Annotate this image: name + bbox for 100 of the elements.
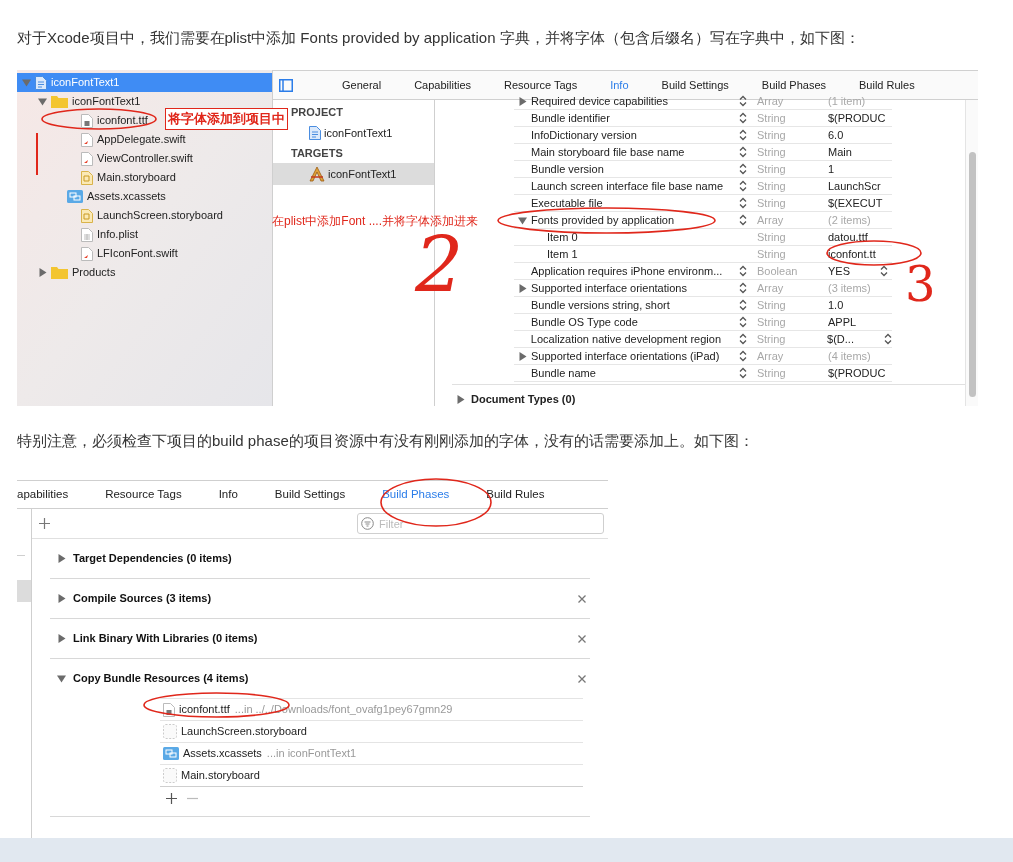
disclosure-triangle-icon[interactable] (57, 674, 66, 683)
stepper-icon[interactable] (739, 265, 747, 277)
editor-tab[interactable]: Resource Tags (105, 485, 182, 504)
plist-value: $(PRODUC (828, 110, 886, 126)
plist-row[interactable]: Application requires iPhone environm... Boolean YES (514, 263, 892, 280)
disclosure-triangle-icon[interactable] (37, 268, 47, 277)
stepper-icon[interactable] (739, 146, 747, 158)
file-name: iconFontText1 (51, 75, 120, 91)
navigator-item[interactable]: LFIconFont.swift (17, 244, 180, 263)
navigator-item[interactable]: iconFontText1 (17, 92, 143, 111)
resource-row[interactable]: Assets.xcassets ...in iconFontText1 (160, 742, 583, 764)
stepper-icon[interactable] (880, 265, 888, 277)
stepper-icon[interactable] (739, 112, 747, 124)
editor-tab[interactable]: Resource Tags (504, 76, 578, 94)
stepper-icon[interactable] (739, 316, 747, 328)
plist-key: Item 0 (547, 228, 578, 246)
scrollbar[interactable] (965, 100, 978, 406)
plist-row[interactable]: Item 1 String iconfont.tt (514, 246, 892, 263)
stepper-icon[interactable] (739, 129, 747, 141)
stepper-icon[interactable] (739, 367, 747, 379)
plist-row[interactable]: Executable file String $(EXECUT (514, 195, 892, 212)
navigator-item[interactable]: AppDelegate.swift (17, 130, 188, 149)
editor-tab[interactable]: Info (610, 76, 629, 94)
stepper-icon[interactable] (739, 350, 747, 362)
disclosure-triangle-icon[interactable] (57, 634, 66, 643)
editor-tab[interactable]: apabilities (17, 485, 69, 504)
target-item[interactable]: iconFontText1 (273, 163, 434, 185)
stepper-icon[interactable] (739, 197, 747, 209)
resource-row[interactable]: Main.storyboard (160, 764, 583, 786)
filter-field[interactable]: Filter (357, 513, 604, 534)
navigator-item[interactable]: ViewController.swift (17, 149, 195, 168)
plist-row[interactable]: Supported interface orientations (iPad) Array (4 items) (514, 348, 892, 365)
navigator-item[interactable]: LaunchScreen.storyboard (17, 206, 225, 225)
stepper-icon[interactable] (739, 282, 747, 294)
build-phase-header[interactable]: Compile Sources (3 items) (50, 579, 590, 618)
plist-row[interactable]: Main storyboard file base name String Main (514, 144, 892, 161)
section-title[interactable]: Document Types (0) (471, 391, 576, 406)
plist-row[interactable]: Bundle versions string, short String 1.0 (514, 297, 892, 314)
file-name: ViewController.swift (97, 151, 193, 167)
plist-value: datou.ttf (828, 229, 868, 245)
add-icon[interactable] (166, 793, 177, 804)
disclosure-triangle-icon[interactable] (518, 283, 527, 293)
plist-row[interactable]: Bundle name String $(PRODUC (514, 365, 892, 382)
plist-row[interactable]: Fonts provided by application Array (2 items) (514, 212, 892, 229)
resource-row[interactable]: LaunchScreen.storyboard (160, 720, 583, 742)
sidebar-toggle-icon[interactable] (279, 78, 293, 92)
close-icon[interactable] (578, 674, 586, 683)
plist-value: LaunchScr (828, 178, 881, 194)
navigator-item[interactable]: Products (17, 263, 118, 282)
editor-tab[interactable]: General (342, 76, 382, 94)
navigator-item[interactable]: Main.storyboard (17, 168, 178, 187)
plist-row[interactable]: Required device capabilities Array (1 item) (514, 93, 892, 110)
navigator-item[interactable]: Assets.xcassets (17, 187, 168, 206)
disclosure-triangle-icon[interactable] (57, 554, 66, 563)
plist-type: String (756, 110, 787, 126)
plist-row[interactable]: Bundle OS Type code String APPL (514, 314, 892, 331)
stepper-icon[interactable] (739, 95, 747, 107)
plist-row[interactable]: Bundle identifier String $(PRODUC (514, 110, 892, 127)
plist-row[interactable]: Bundle version String 1 (514, 161, 892, 178)
editor-tab[interactable]: Build Rules (859, 76, 915, 94)
stepper-icon[interactable] (739, 180, 747, 192)
editor-tab[interactable]: Build Settings (661, 76, 729, 94)
stepper-icon[interactable] (739, 214, 747, 226)
build-phase-header[interactable]: Link Binary With Libraries (0 items) (50, 619, 590, 658)
plist-row[interactable]: Localization native development region String $(D... (514, 331, 892, 348)
disclosure-triangle-icon[interactable] (518, 351, 527, 361)
editor-tab[interactable]: Build Phases (761, 76, 827, 94)
editor-tab[interactable]: Capabilities (414, 76, 471, 94)
plist-key: Bundle name (531, 364, 596, 382)
stepper-icon[interactable] (738, 333, 747, 345)
plist-value: iconfont.tt (828, 246, 876, 262)
editor-tab[interactable]: Info (218, 485, 238, 504)
plist-row[interactable]: Launch screen interface file base name String LaunchScr (514, 178, 892, 195)
file-name: iconfont.ttf (97, 113, 148, 129)
disclosure-triangle-icon[interactable] (518, 96, 527, 106)
close-icon[interactable] (578, 634, 586, 643)
plist-value: (2 items) (828, 212, 871, 228)
target-name: iconFontText1 (328, 166, 397, 182)
stepper-icon[interactable] (739, 299, 747, 311)
disclosure-triangle-icon[interactable] (57, 594, 66, 603)
navigator-item[interactable]: iconfont.ttf (17, 111, 150, 130)
stepper-icon[interactable] (884, 333, 892, 345)
add-icon[interactable] (39, 518, 50, 529)
build-phase-header[interactable]: Target Dependencies (0 items) (50, 539, 590, 578)
plist-row[interactable]: InfoDictionary version String 6.0 (514, 127, 892, 144)
disclosure-triangle-icon[interactable] (518, 215, 527, 225)
close-icon[interactable] (578, 594, 586, 603)
stepper-icon[interactable] (739, 163, 747, 175)
plist-type: Array (756, 280, 785, 296)
plist-row[interactable]: Supported interface orientations Array (3 items) (514, 280, 892, 297)
plist-type: String (755, 331, 787, 347)
build-phase-header[interactable]: Copy Bundle Resources (4 items) (50, 659, 590, 698)
plist-type: String (756, 314, 787, 330)
editor-tab[interactable]: Build Rules (486, 485, 545, 504)
editor-tab[interactable]: Build Settings (274, 485, 346, 504)
plist-row[interactable]: Item 0 String datou.ttf (514, 229, 892, 246)
disclosure-triangle-icon[interactable] (456, 394, 465, 404)
disclosure-triangle-icon[interactable] (37, 97, 47, 106)
plist-key: Bundle version (531, 160, 604, 178)
navigator-item[interactable]: Info.plist (17, 225, 140, 244)
